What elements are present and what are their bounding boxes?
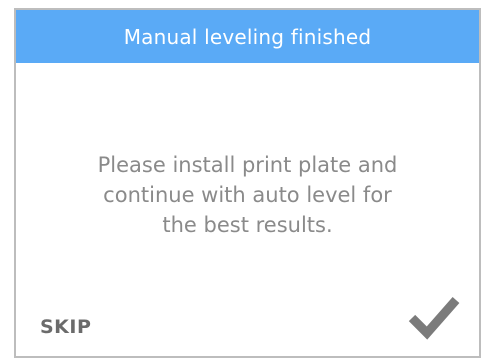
confirm-button[interactable]: [408, 294, 460, 340]
dialog-message: Please install print plate and continue …: [16, 150, 479, 240]
message-line-1: Please install print plate and: [97, 153, 398, 177]
message-line-3: the best results.: [162, 213, 333, 237]
leveling-dialog: Manual leveling finished Please install …: [14, 8, 481, 358]
dialog-header: Manual leveling finished: [16, 10, 479, 63]
dialog-title: Manual leveling finished: [123, 24, 372, 49]
checkmark-icon: [408, 297, 460, 340]
skip-button[interactable]: SKIP: [40, 316, 91, 338]
message-line-2: continue with auto level for: [103, 183, 392, 207]
